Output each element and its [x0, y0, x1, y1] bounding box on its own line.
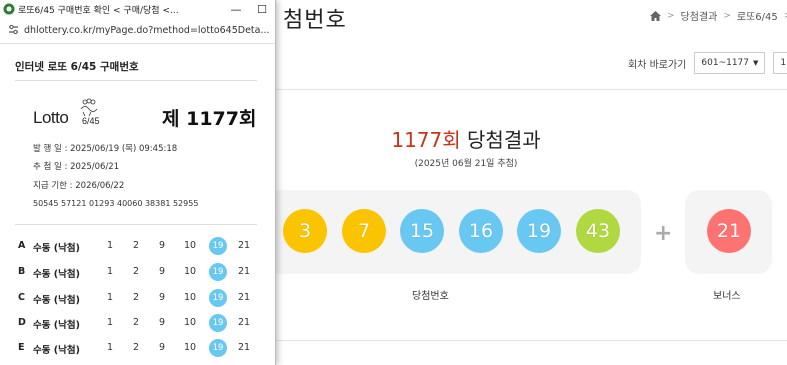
- winning-ball: 16: [459, 209, 503, 253]
- result-title: 1177회 당첨결과: [276, 124, 656, 153]
- breadcrumb-separator: >: [667, 10, 675, 21]
- minimize-icon[interactable]: —: [223, 0, 249, 18]
- game-row: A 수동 (낙첨) 1 2 9 10 19 21: [18, 236, 263, 258]
- game-letter: E: [18, 342, 25, 353]
- lotto-logo-sub: 6/45: [82, 116, 100, 126]
- game-number-matched: 19: [209, 237, 227, 255]
- game-number: 2: [132, 292, 140, 303]
- round-number-select[interactable]: 117: [773, 52, 787, 74]
- game-number-matched: 19: [209, 289, 227, 307]
- game-number: 10: [183, 317, 197, 328]
- game-number: 2: [132, 317, 140, 328]
- purchase-popup-window: 로또6/45 구매번호 확인 < 구매/당첨 <... — ☐ dhlotter…: [0, 0, 276, 365]
- maximize-icon[interactable]: ☐: [249, 0, 275, 18]
- popup-heading: 인터넷 로또 6/45 구매번호: [15, 61, 139, 73]
- game-letter: C: [18, 292, 25, 303]
- game-number: 9: [158, 240, 166, 251]
- window-titlebar[interactable]: 로또6/45 구매번호 확인 < 구매/당첨 <... — ☐: [0, 0, 275, 18]
- game-letter: B: [18, 266, 26, 277]
- round-navigation: 회차 바로가기 601~1177 ▼ 117: [628, 52, 787, 74]
- game-number: 1: [106, 292, 114, 303]
- game-number: 2: [132, 240, 140, 251]
- game-row: D 수동 (낙첨) 1 2 9 10 19 21: [18, 313, 263, 335]
- game-letter: A: [18, 240, 26, 251]
- game-number: 1: [106, 317, 114, 328]
- breadcrumb-separator: >: [723, 10, 731, 21]
- bonus-label: 보너스: [713, 291, 741, 302]
- breadcrumb: > 당첨결과 > 로또6/45 > 당: [650, 8, 787, 23]
- lotto-favicon-icon: [3, 3, 15, 15]
- game-mode: 수동 (낙첨): [33, 295, 80, 306]
- game-mode: 수동 (낙첨): [33, 243, 80, 254]
- home-icon[interactable]: [650, 10, 661, 21]
- game-number: 21: [237, 317, 251, 328]
- page-title: 첨번호: [283, 8, 347, 33]
- issue-date: 발 행 일 : 2025/06/19 (목) 09:45:18: [33, 144, 178, 154]
- game-number: 10: [183, 342, 197, 353]
- plus-icon: +: [654, 221, 673, 246]
- game-row: C 수동 (낙첨) 1 2 9 10 19 21: [18, 288, 263, 310]
- game-number-matched: 19: [209, 339, 227, 357]
- game-number: 10: [183, 266, 197, 277]
- bonus-ball: 21: [707, 209, 751, 253]
- game-number: 1: [106, 240, 114, 251]
- game-row: B 수동 (낙첨) 1 2 9 10 19 21: [18, 262, 263, 284]
- lotto-logo-text: Lotto: [33, 108, 69, 127]
- payment-deadline: 지급 기한 : 2026/06/22: [33, 181, 125, 191]
- game-letter: D: [18, 317, 26, 328]
- game-number: 9: [158, 292, 166, 303]
- result-title-suffix: 당첨결과: [460, 128, 541, 152]
- winning-ball: 3: [283, 209, 327, 253]
- game-number: 1: [106, 342, 114, 353]
- draw-round: 제 1177회: [162, 108, 257, 130]
- winning-ball: 7: [342, 209, 386, 253]
- game-mode: 수동 (낙첨): [33, 269, 80, 280]
- breadcrumb-item-results[interactable]: 당첨결과: [681, 8, 718, 23]
- ticket-barcode-number: 50545 57121 01293 40060 38381 52955: [33, 199, 199, 208]
- game-number: 2: [132, 342, 140, 353]
- divider: [276, 89, 787, 90]
- game-number: 10: [183, 292, 197, 303]
- url-text: dhlottery.co.kr/myPage.do?method=lotto64…: [24, 25, 270, 36]
- chevron-down-icon: ▼: [753, 59, 759, 67]
- game-number: 10: [183, 240, 197, 251]
- divider: [15, 80, 257, 81]
- address-bar[interactable]: dhlottery.co.kr/myPage.do?method=lotto64…: [0, 18, 275, 44]
- result-round: 1177회: [391, 128, 461, 152]
- game-number: 9: [158, 317, 166, 328]
- round-range-value: 601~1177: [701, 58, 750, 68]
- game-mode: 수동 (낙첨): [33, 320, 80, 331]
- game-number: 9: [158, 342, 166, 353]
- game-number: 21: [237, 342, 251, 353]
- site-info-icon[interactable]: [8, 24, 19, 38]
- game-row: E 수동 (낙첨) 1 2 9 10 19 21: [18, 338, 263, 360]
- winning-ball: 19: [517, 209, 561, 253]
- winning-numbers-label: 당첨번호: [412, 291, 449, 302]
- game-number: 9: [158, 266, 166, 277]
- round-nav-label: 회차 바로가기: [628, 59, 687, 71]
- game-number-matched: 19: [209, 263, 227, 281]
- game-number-matched: 19: [209, 314, 227, 332]
- divider: [276, 340, 787, 341]
- winning-ball: 43: [576, 209, 620, 253]
- game-number: 21: [237, 240, 251, 251]
- winning-ball: 15: [400, 209, 444, 253]
- game-number: 2: [132, 266, 140, 277]
- draw-date: (2025년 06월 21일 추첨): [414, 159, 518, 169]
- round-number-value: 117: [780, 58, 787, 68]
- breadcrumb-item-lotto645[interactable]: 로또6/45: [737, 8, 778, 23]
- game-number: 21: [237, 266, 251, 277]
- window-title: 로또6/45 구매번호 확인 < 구매/당첨 <...: [18, 5, 179, 16]
- round-range-select[interactable]: 601~1177 ▼: [694, 52, 766, 74]
- draw-date-info: 추 첨 일 : 2025/06/21: [33, 162, 120, 172]
- game-number: 1: [106, 266, 114, 277]
- divider: [15, 224, 257, 225]
- game-number: 21: [237, 292, 251, 303]
- game-mode: 수동 (낙첨): [33, 345, 80, 356]
